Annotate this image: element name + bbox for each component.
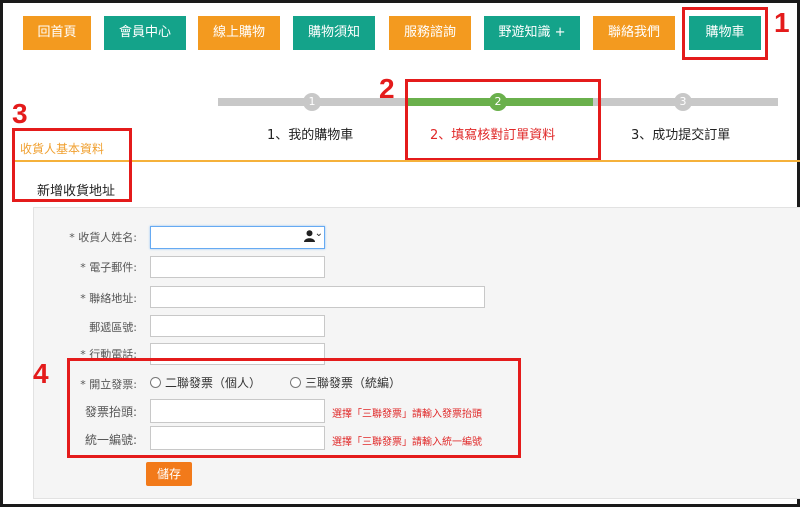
email-label: * 電子郵件: — [80, 261, 137, 274]
section-divider — [15, 160, 800, 162]
recipient-name-label: * 收貨人姓名: — [69, 231, 137, 244]
annotation-box-3 — [12, 128, 132, 202]
nav-member-center[interactable]: 會員中心 — [104, 16, 186, 50]
annotation-box-2 — [405, 79, 601, 161]
annotation-number-1: 1 — [774, 7, 790, 38]
step-label-3: 3、成功提交訂單 — [631, 128, 731, 143]
save-button[interactable]: 儲存 — [146, 462, 192, 486]
annotation-number-4: 4 — [33, 358, 49, 389]
recipient-name-input[interactable]: ⌄ — [150, 226, 325, 249]
annotation-number-2: 2 — [379, 73, 395, 104]
address-input[interactable] — [150, 286, 485, 308]
nav-contact-us[interactable]: 聯絡我們 — [593, 16, 675, 50]
nav-outdoor-knowledge[interactable]: 野遊知識 + — [484, 16, 580, 50]
nav-shopping-notice[interactable]: 購物須知 — [293, 16, 375, 50]
nav-home[interactable]: 回首頁 — [23, 16, 91, 50]
nav-service-inquiry[interactable]: 服務諮詢 — [389, 16, 471, 50]
zip-label: 郵遞區號: — [89, 321, 137, 334]
zip-input[interactable] — [150, 315, 325, 337]
step-label-1: 1、我的購物車 — [267, 128, 354, 143]
chevron-down-icon[interactable]: ⌄ — [315, 228, 323, 239]
nav-online-shopping[interactable]: 線上購物 — [198, 16, 280, 50]
annotation-box-4 — [67, 358, 521, 458]
email-input[interactable] — [150, 256, 325, 278]
annotation-number-3: 3 — [12, 98, 28, 129]
person-icon[interactable] — [304, 230, 315, 245]
person-icon-svg — [304, 230, 315, 242]
address-label: * 聯絡地址: — [80, 292, 137, 305]
step-circle-3: 3 — [674, 93, 692, 111]
annotation-box-1 — [682, 7, 768, 60]
step-circle-1: 1 — [303, 93, 321, 111]
